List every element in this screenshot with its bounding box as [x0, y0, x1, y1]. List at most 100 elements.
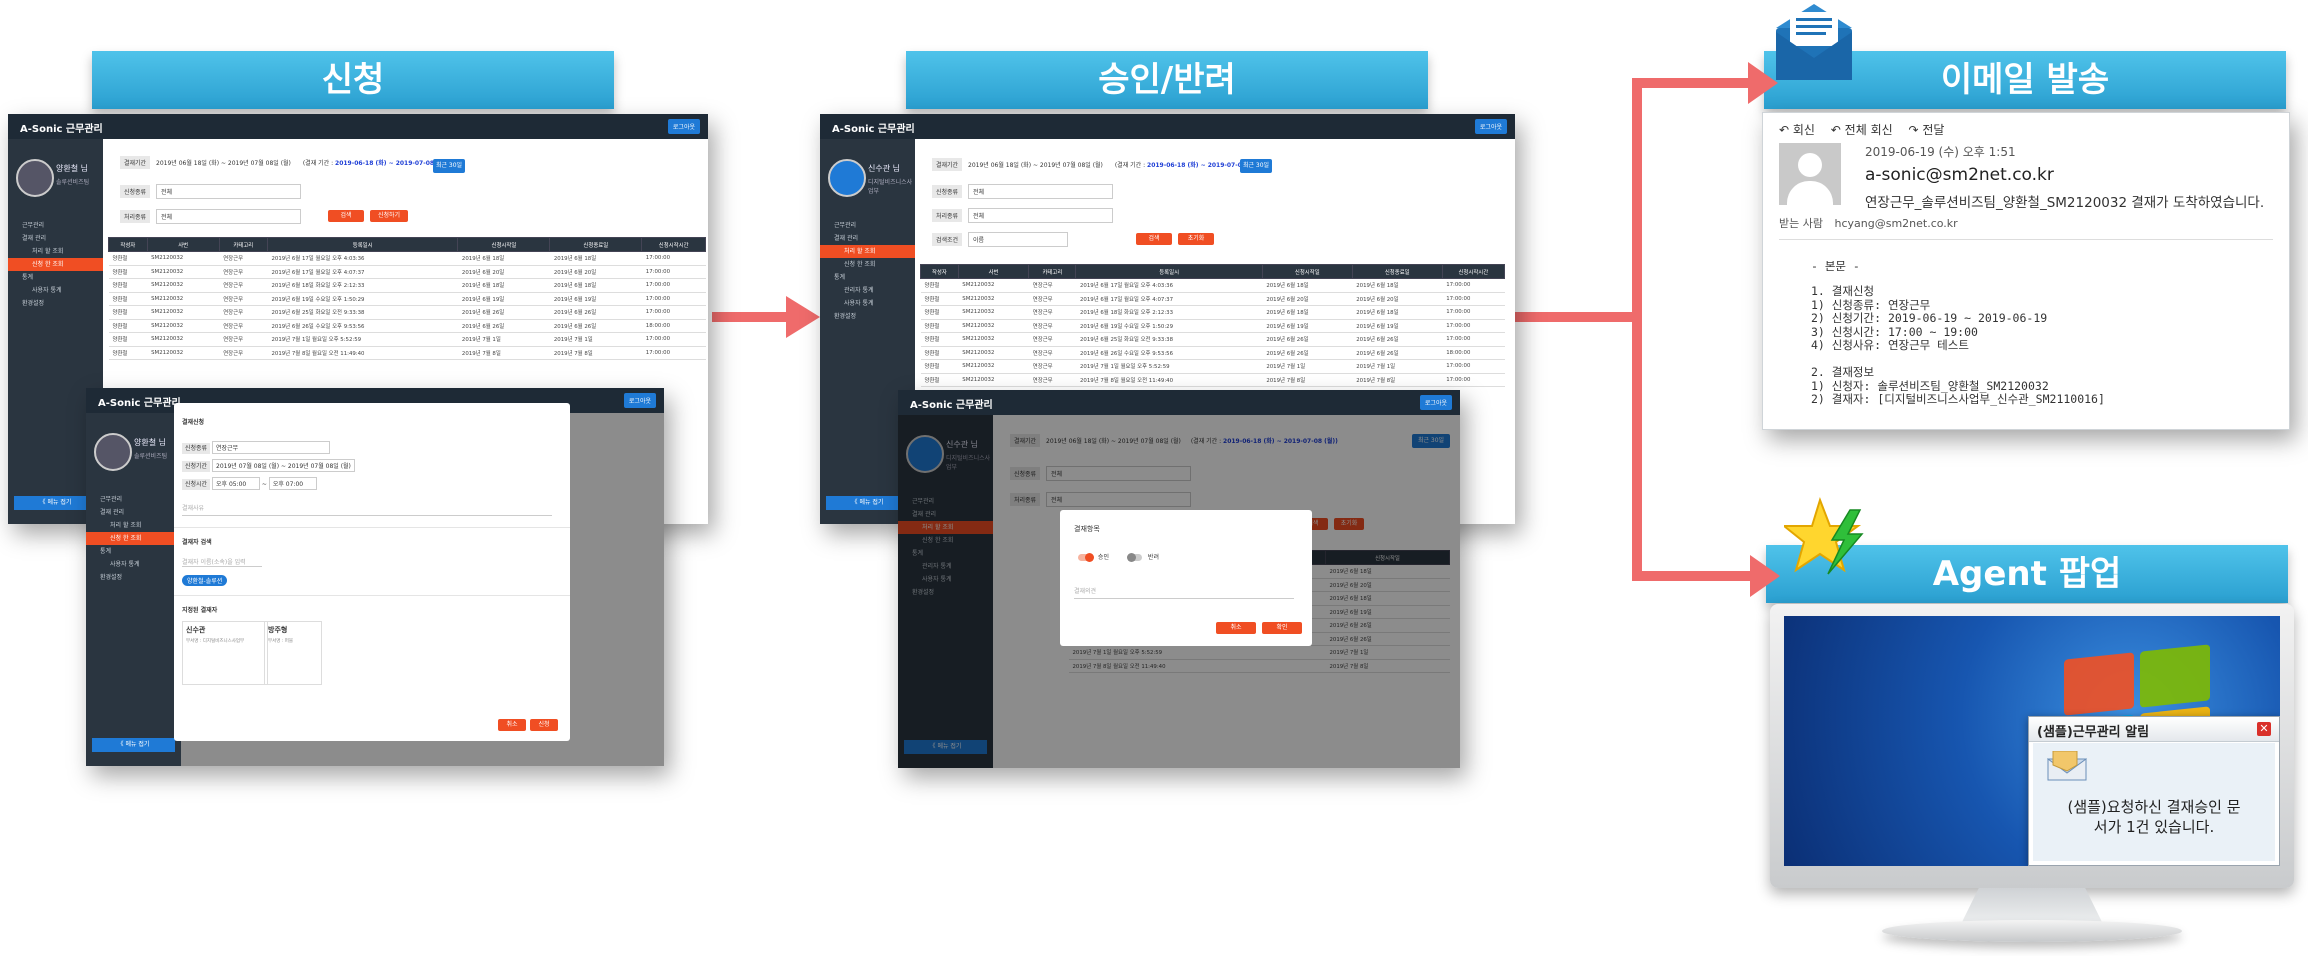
sidebar-item[interactable]: 근무관리 — [86, 493, 181, 506]
sidebar-item[interactable]: 통계 — [8, 271, 103, 284]
sidebar-item[interactable]: 사용자 통계 — [86, 558, 181, 571]
modal-cancel-button[interactable]: 취소 — [498, 719, 526, 731]
sidebar-item[interactable]: 신청 한 조회 — [820, 258, 915, 271]
reply-all-button[interactable]: 전체 회신 — [1845, 123, 1893, 137]
type-select[interactable]: 연장근무 — [212, 441, 331, 454]
reply-all-icon[interactable]: ↶ — [1831, 123, 1845, 137]
filter-status-select[interactable]: 전체 — [968, 208, 1114, 223]
reset-button[interactable]: 초기화 — [1178, 233, 1214, 245]
search-button[interactable]: 검색 — [1136, 233, 1172, 245]
table-row[interactable]: 양환철 SM2120032 연장근무 2019년 6월 17일 월요일 오후 4:03… — [920, 278, 1505, 293]
forward-icon[interactable]: ↷ — [1908, 123, 1922, 137]
filter-cond-select[interactable]: 이름 — [968, 232, 1069, 247]
table-row[interactable]: 양환철 SM2120032 연장근무 2019년 6월 19일 수요일 오후 1:50… — [108, 292, 706, 306]
approve-toggle[interactable]: 승인 — [1078, 552, 1109, 562]
column-header[interactable]: 등록일시 — [1075, 264, 1263, 279]
table-row[interactable]: 양환철 SM2120032 연장근무 2019년 7월 1일 월요일 오후 5:52:… — [108, 332, 706, 347]
column-header[interactable]: 카테고리 — [1028, 264, 1077, 279]
sidebar-item[interactable]: 사용자 통계 — [820, 297, 915, 310]
reject-toggle[interactable]: 반려 — [1127, 552, 1159, 562]
column-header[interactable]: 신청종료일 — [1351, 264, 1443, 279]
sidebar-item[interactable]: 환경설정 — [8, 297, 103, 310]
agent-popup[interactable]: (샘플)근무관리 알림 ✕ (샘플)요청하신 결재승인 문 서가 1건 있습니다… — [2028, 716, 2280, 866]
filter-type-select[interactable]: 전체 — [156, 184, 302, 199]
column-header[interactable]: 신청시작일 — [1261, 264, 1353, 279]
type-label: 신청종류 — [182, 443, 211, 454]
column-header[interactable]: 작성자 — [108, 237, 148, 252]
column-header[interactable]: 신청종료일 — [549, 237, 643, 252]
table-row[interactable]: 양환철 SM2120032 연장근무 2019년 7월 1일 월요일 오후 5:52:… — [920, 359, 1505, 374]
table-row[interactable]: 양환철 SM2120032 연장근무 2019년 6월 26일 수요일 오후 9:53… — [108, 319, 706, 333]
sidebar-item[interactable]: 환경설정 — [86, 571, 181, 584]
table-row[interactable]: 양환철 SM2120032 연장근무 2019년 6월 19일 수요일 오후 1:50… — [920, 319, 1505, 333]
column-header[interactable]: 신청시작시간 — [1441, 264, 1506, 279]
sidebar-item[interactable]: 관리자 통계 — [820, 284, 915, 297]
time-start-input[interactable]: 오후 05:00 — [212, 477, 261, 490]
column-header[interactable]: 신청시작시간 — [641, 237, 706, 252]
reply-button[interactable]: 회신 — [1793, 123, 1815, 137]
modal-submit-button[interactable]: 신청 — [530, 719, 558, 731]
sidebar-item[interactable]: 통계 — [86, 545, 181, 558]
sidebar-item[interactable]: 신청 한 조회 — [86, 532, 181, 545]
table-row[interactable]: 양환철 SM2120032 연장근무 2019년 6월 17일 월요일 오후 4:07… — [108, 265, 706, 279]
recent-30-button[interactable]: 최근 30일 — [1240, 159, 1272, 173]
table-row[interactable]: 양환철 SM2120032 연장근무 2019년 6월 17일 월요일 오후 4:07… — [920, 292, 1505, 306]
period-input[interactable]: 2019년 07월 08일 (월) ~ 2019년 07월 08일 (월) — [212, 459, 355, 472]
sidebar-item[interactable]: 결재 관리 — [8, 232, 103, 245]
sidebar-item[interactable]: 결재 관리 — [820, 232, 915, 245]
sidebar-item[interactable]: 근무관리 — [8, 219, 103, 232]
approver-search-input[interactable]: 결재자 이름(소속)을 입력 — [182, 557, 262, 567]
filter-status-select[interactable]: 전체 — [156, 209, 302, 224]
logout-button[interactable]: 로그아웃 — [667, 119, 700, 134]
table-row[interactable]: 양환철 SM2120032 연장근무 2019년 6월 18일 화요일 오후 2:12… — [108, 278, 706, 293]
table-row[interactable]: 양환철 SM2120032 연장근무 2019년 6월 25일 화요일 오전 9:33… — [108, 305, 706, 320]
sidebar-item[interactable]: 사용자 통계 — [8, 284, 103, 297]
filter-period-value[interactable]: 2019년 06월 18일 (화) ~ 2019년 07월 08일 (월) — [156, 160, 291, 167]
table-row[interactable]: 양환철 SM2120032 연장근무 2019년 6월 26일 수요일 오후 9:53… — [920, 346, 1505, 360]
to-address[interactable]: hcyang@sm2net.co.kr — [1834, 217, 1957, 230]
modal-cancel-button[interactable]: 취소 — [1216, 622, 1256, 634]
forward-button[interactable]: 전달 — [1922, 123, 1944, 137]
sidebar-item[interactable]: 신청 한 조회 — [8, 258, 103, 271]
recent-30-button[interactable]: 최근 30일 — [433, 159, 465, 173]
column-header[interactable]: 카테고리 — [218, 237, 268, 252]
sidebar-item[interactable]: 처리 할 조회 — [8, 245, 103, 258]
sidebar-item[interactable]: 근무관리 — [820, 219, 915, 232]
sidebar-item[interactable]: 결재 관리 — [86, 506, 181, 519]
sidebar-item[interactable]: 처리 할 조회 — [820, 245, 915, 258]
new-request-button[interactable]: 신청하기 — [370, 210, 408, 222]
column-header[interactable]: 사번 — [146, 237, 220, 252]
column-header[interactable]: 작성자 — [920, 264, 959, 279]
logout-button[interactable]: 로그아웃 — [623, 393, 656, 408]
column-header[interactable]: 신청시작일 — [457, 237, 551, 252]
approver-tag[interactable]: 양환철-솔루션 — [182, 575, 228, 586]
table-row[interactable]: 양환철 SM2120032 연장근무 2019년 7월 8일 월요일 오전 11:49… — [920, 373, 1505, 387]
sidebar-item[interactable]: 통계 — [820, 271, 915, 284]
close-icon[interactable]: ✕ — [2257, 722, 2271, 736]
approver-card-2[interactable]: 방주형 부서명 : 퍼블 — [264, 621, 322, 685]
filter-period-value[interactable]: 2019년 06월 18일 (화) ~ 2019년 07월 08일 (월) — [968, 162, 1103, 169]
table-row[interactable]: 양환철 SM2120032 연장근무 2019년 7월 8일 월요일 오전 11:49… — [108, 346, 706, 360]
collapse-menu-button[interactable]: 《 메뉴 접기 — [826, 496, 909, 510]
approver-card-1[interactable]: 신수관 부서명 : 디지털비즈니스사업부 — [182, 621, 268, 685]
avatar — [16, 159, 54, 197]
logout-button[interactable]: 로그아웃 — [1474, 119, 1507, 134]
search-button[interactable]: 검색 — [328, 210, 364, 222]
table-cell: 2019년 6월 18일 — [1262, 305, 1353, 320]
collapse-menu-button[interactable]: 《 메뉴 접기 — [14, 496, 97, 510]
reason-input[interactable]: 결재사유 — [182, 503, 552, 516]
filter-type-select[interactable]: 전체 — [968, 184, 1114, 199]
time-end-input[interactable]: 오후 07:00 — [268, 477, 317, 490]
sidebar-item[interactable]: 처리 할 조회 — [86, 519, 181, 532]
collapse-menu-button[interactable]: 《 메뉴 접기 — [92, 738, 175, 752]
sidebar-item[interactable]: 환경설정 — [820, 310, 915, 323]
modal-confirm-button[interactable]: 확인 — [1262, 622, 1302, 634]
table-row[interactable]: 양환철 SM2120032 연장근무 2019년 6월 25일 화요일 오전 9:33… — [920, 332, 1505, 347]
column-header[interactable]: 사번 — [957, 264, 1030, 279]
reply-icon[interactable]: ↶ — [1779, 123, 1793, 137]
table-row[interactable]: 양환철 SM2120032 연장근무 2019년 6월 17일 월요일 오후 4:03… — [108, 251, 706, 266]
table-row[interactable]: 양환철 SM2120032 연장근무 2019년 6월 18일 화요일 오후 2:12… — [920, 305, 1505, 320]
comment-input[interactable]: 결재의견 — [1074, 586, 1294, 599]
column-header[interactable]: 등록일시 — [266, 237, 459, 252]
logout-button[interactable]: 로그아웃 — [1419, 395, 1452, 410]
